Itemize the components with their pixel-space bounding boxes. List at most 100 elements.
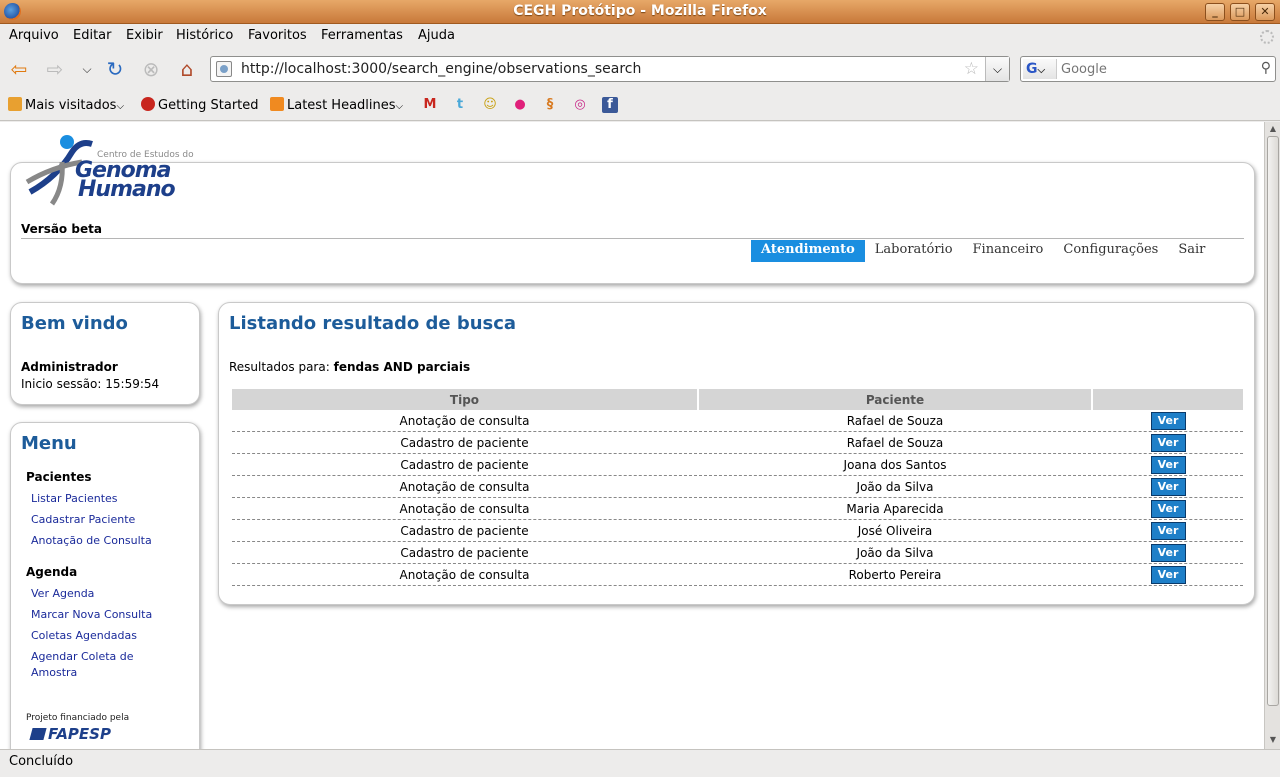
cell-paciente: José Oliveira bbox=[699, 520, 1091, 542]
close-button[interactable]: ✕ bbox=[1255, 3, 1275, 21]
circle-icon[interactable]: ◎ bbox=[572, 97, 588, 113]
menu-historico[interactable]: Histórico bbox=[176, 28, 233, 43]
cegh-logo[interactable]: Centro de Estudos do Genoma Humano bbox=[22, 132, 202, 210]
cell-actions: Ver bbox=[1093, 432, 1243, 454]
gmail-icon[interactable]: M bbox=[422, 97, 438, 113]
search-bar[interactable]: G⌵ ⚲ bbox=[1020, 56, 1276, 82]
header-divider bbox=[21, 238, 1244, 239]
fapesp-logo[interactable]: FAPESP bbox=[29, 725, 111, 743]
beta-label: Versão beta bbox=[21, 222, 102, 236]
cell-paciente: João da Silva bbox=[699, 542, 1091, 564]
menu-section-agenda: Agenda bbox=[26, 565, 78, 579]
status-bar: Concluído bbox=[0, 749, 1280, 777]
smiley-icon[interactable]: ☺ bbox=[482, 97, 498, 113]
window-titlebar[interactable]: CEGH Protótipo - Mozilla Firefox _ □ ✕ bbox=[0, 0, 1280, 24]
maximize-button[interactable]: □ bbox=[1230, 3, 1250, 21]
ver-button[interactable]: Ver bbox=[1150, 499, 1186, 518]
reload-icon[interactable]: ↻ bbox=[102, 57, 128, 81]
search-icon[interactable]: ⚲ bbox=[1261, 60, 1271, 76]
stop-icon[interactable]: ⊗ bbox=[138, 57, 164, 81]
twitter-icon[interactable]: t bbox=[452, 97, 468, 113]
table-row: Cadastro de paciente Rafael de Souza Ver bbox=[232, 432, 1243, 454]
results-panel: Listando resultado de busca Resultados p… bbox=[218, 302, 1255, 605]
status-text: Concluído bbox=[9, 754, 74, 769]
ver-button[interactable]: Ver bbox=[1150, 543, 1186, 562]
link-coletas-agendadas[interactable]: Coletas Agendadas bbox=[31, 628, 191, 644]
history-dropdown-icon[interactable]: ⌵ bbox=[74, 57, 100, 81]
flickr-icon[interactable]: ● bbox=[512, 97, 528, 113]
bookmark-star-icon[interactable]: ☆ bbox=[964, 59, 979, 79]
column-actions bbox=[1093, 389, 1243, 410]
cell-actions: Ver bbox=[1093, 410, 1243, 432]
bookmarks-toolbar: Mais visitados⌵ Getting Started Latest H… bbox=[0, 89, 1280, 121]
nav-configuracoes[interactable]: Configurações bbox=[1053, 240, 1168, 262]
menu-favoritos[interactable]: Favoritos bbox=[248, 28, 307, 43]
welcome-panel: Bem vindo Administrador Inicio sessão: 1… bbox=[10, 302, 200, 405]
username: Administrador bbox=[21, 360, 118, 374]
menu-arquivo[interactable]: Arquivo bbox=[9, 28, 59, 43]
cell-actions: Ver bbox=[1093, 454, 1243, 476]
ver-button[interactable]: Ver bbox=[1150, 411, 1186, 430]
link-anotacao-consulta[interactable]: Anotação de Consulta bbox=[31, 533, 191, 549]
vertical-scrollbar[interactable]: ▲ ▼ bbox=[1264, 122, 1280, 749]
bookmark-getting-started[interactable]: Getting Started bbox=[141, 97, 259, 113]
results-for: Resultados para: fendas AND parciais bbox=[229, 360, 471, 374]
search-engine-icon[interactable]: G⌵ bbox=[1023, 59, 1057, 79]
throbber-icon bbox=[1260, 30, 1274, 44]
link-listar-pacientes[interactable]: Listar Pacientes bbox=[31, 491, 191, 507]
url-dropdown-icon[interactable]: ⌵ bbox=[985, 57, 1009, 81]
url-bar[interactable]: http://localhost:3000/search_engine/obse… bbox=[210, 56, 1010, 82]
cell-paciente: Maria Aparecida bbox=[699, 498, 1091, 520]
facebook-icon[interactable]: f bbox=[602, 97, 618, 113]
session-start: Inicio sessão: 15:59:54 bbox=[21, 377, 160, 391]
menu-exibir[interactable]: Exibir bbox=[126, 28, 163, 43]
getting-started-icon bbox=[141, 97, 155, 111]
bookmark-most-visited[interactable]: Mais visitados⌵ bbox=[8, 97, 124, 113]
ver-button[interactable]: Ver bbox=[1150, 521, 1186, 540]
site-identity-icon[interactable] bbox=[216, 61, 232, 77]
menu-section-pacientes: Pacientes bbox=[26, 470, 92, 484]
nav-atendimento[interactable]: Atendimento bbox=[751, 240, 865, 262]
nav-laboratorio[interactable]: Laboratório bbox=[865, 240, 963, 262]
cell-paciente: Rafael de Souza bbox=[699, 432, 1091, 454]
menu-ajuda[interactable]: Ajuda bbox=[418, 28, 455, 43]
ver-button[interactable]: Ver bbox=[1150, 433, 1186, 452]
cell-tipo: Anotação de consulta bbox=[232, 564, 697, 586]
ver-button[interactable]: Ver bbox=[1150, 455, 1186, 474]
table-row: Cadastro de paciente José Oliveira Ver bbox=[232, 520, 1243, 542]
minimize-button[interactable]: _ bbox=[1205, 3, 1225, 21]
welcome-title: Bem vindo bbox=[21, 313, 128, 334]
search-input[interactable] bbox=[1061, 60, 1251, 78]
scroll-down-icon[interactable]: ▼ bbox=[1267, 735, 1279, 747]
menu-bar: Arquivo Editar Exibir Histórico Favorito… bbox=[0, 24, 1280, 49]
url-text[interactable]: http://localhost:3000/search_engine/obse… bbox=[241, 61, 641, 77]
bookmark-latest-headlines[interactable]: Latest Headlines⌵ bbox=[270, 97, 403, 113]
cell-paciente: Rafael de Souza bbox=[699, 410, 1091, 432]
menu-editar[interactable]: Editar bbox=[73, 28, 112, 43]
ver-button[interactable]: Ver bbox=[1150, 477, 1186, 496]
page-title: Listando resultado de busca bbox=[229, 313, 517, 334]
table-row: Cadastro de paciente Joana dos Santos Ver bbox=[232, 454, 1243, 476]
table-row: Anotação de consulta Maria Aparecida Ver bbox=[232, 498, 1243, 520]
back-icon[interactable]: ⇦ bbox=[6, 57, 32, 81]
cell-tipo: Anotação de consulta bbox=[232, 410, 697, 432]
table-row: Anotação de consulta João da Silva Ver bbox=[232, 476, 1243, 498]
cell-paciente: Joana dos Santos bbox=[699, 454, 1091, 476]
nav-financeiro[interactable]: Financeiro bbox=[963, 240, 1054, 262]
ver-button[interactable]: Ver bbox=[1150, 565, 1186, 584]
link-agendar-coleta[interactable]: Agendar Coleta de Amostra bbox=[31, 649, 151, 681]
link-marcar-nova-consulta[interactable]: Marcar Nova Consulta bbox=[31, 607, 191, 623]
forward-icon[interactable]: ⇨ bbox=[42, 57, 68, 81]
link-cadastrar-paciente[interactable]: Cadastrar Paciente bbox=[31, 512, 191, 528]
scroll-up-icon[interactable]: ▲ bbox=[1267, 124, 1279, 136]
link-ver-agenda[interactable]: Ver Agenda bbox=[31, 586, 191, 602]
scrollbar-thumb[interactable] bbox=[1267, 136, 1279, 706]
cell-tipo: Anotação de consulta bbox=[232, 498, 697, 520]
column-paciente: Paciente bbox=[699, 389, 1091, 410]
logo-word-humano: Humano bbox=[78, 177, 176, 202]
nav-sair[interactable]: Sair bbox=[1168, 240, 1215, 262]
home-icon[interactable]: ⌂ bbox=[174, 57, 200, 81]
menu-ferramentas[interactable]: Ferramentas bbox=[321, 28, 403, 43]
delicious-icon[interactable]: § bbox=[542, 97, 558, 113]
search-query: fendas AND parciais bbox=[333, 360, 471, 374]
